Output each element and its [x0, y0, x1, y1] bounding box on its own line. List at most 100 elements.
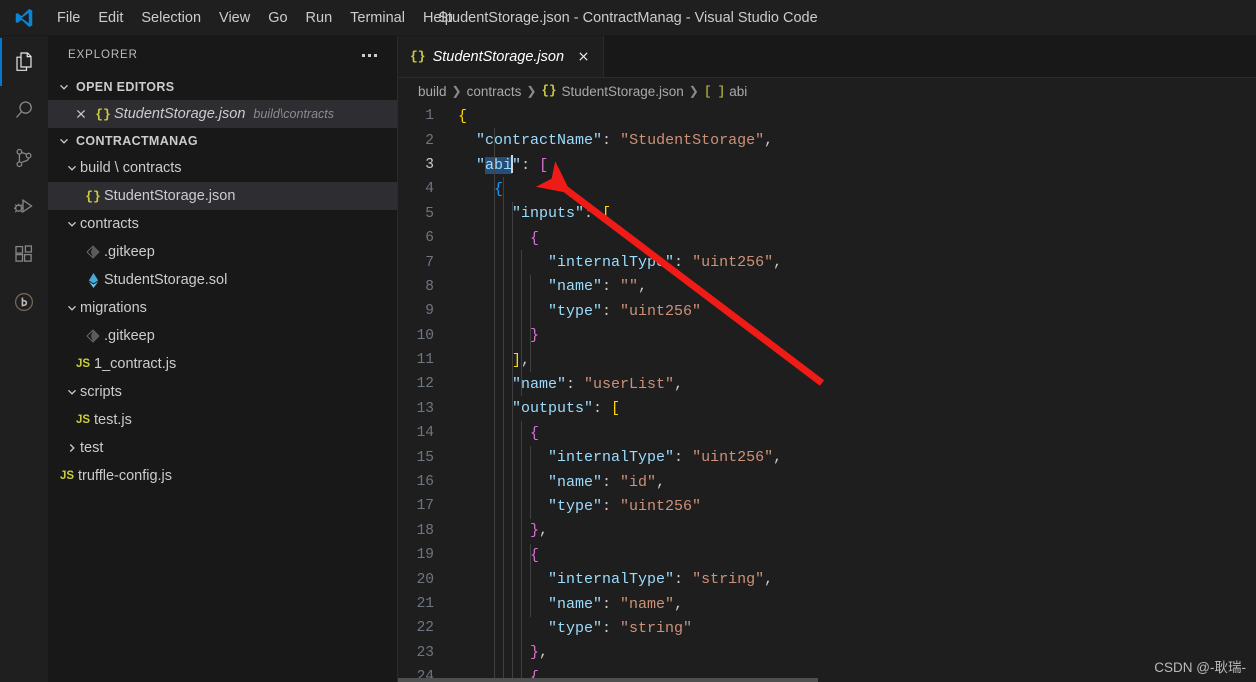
line-content: { — [530, 546, 540, 564]
line-content: { — [530, 229, 540, 247]
code-line: 4 { — [398, 177, 1256, 201]
json-file-icon: {} — [410, 49, 426, 64]
line-number: 16 — [416, 474, 434, 491]
code-line: 3 "abi": [ — [398, 153, 1256, 177]
code-line: 13 "outputs": [ — [398, 397, 1256, 421]
breadcrumb-item-contracts[interactable]: contracts — [467, 84, 522, 99]
code-line: 7 "internalType": "uint256", — [398, 250, 1256, 274]
json-file-icon: {} — [541, 84, 557, 98]
line-number: 22 — [416, 620, 434, 637]
line-number: 20 — [416, 571, 434, 588]
close-icon[interactable] — [70, 108, 92, 120]
tree-file-label: .gitkeep — [104, 328, 155, 344]
menu-terminal[interactable]: Terminal — [341, 5, 414, 31]
menu-file[interactable]: File — [48, 5, 89, 31]
code-scroll-container[interactable]: 1{ 2 "contractName": "StudentStorage", 3… — [398, 104, 1256, 682]
section-workspace-label: CONTRACTMANAG — [76, 134, 198, 148]
activity-explorer-files-icon[interactable] — [0, 38, 48, 86]
tree-folder-contracts[interactable]: contracts — [48, 210, 397, 238]
horizontal-scrollbar[interactable] — [398, 678, 1256, 682]
code-line: 18 }, — [398, 519, 1256, 543]
breadcrumb-item-file[interactable]: StudentStorage.json — [561, 84, 683, 99]
line-content: "outputs": [ — [512, 400, 621, 418]
tree-folder-label: migrations — [80, 300, 147, 316]
code-line: 6 { — [398, 226, 1256, 250]
editor-tab-bar: {} StudentStorage.json — [398, 36, 1256, 78]
menu-view[interactable]: View — [210, 5, 259, 31]
tree-file-studentstorage-json[interactable]: {} StudentStorage.json — [48, 182, 397, 210]
js-file-icon: JS — [75, 414, 91, 426]
line-content: "name": "", — [548, 278, 648, 296]
tree-folder-migrations[interactable]: migrations — [48, 294, 397, 322]
tree-file-1-contract-js[interactable]: JS 1_contract.js — [48, 350, 397, 378]
section-open-editors[interactable]: OPEN EDITORS — [48, 74, 397, 100]
chevron-down-icon — [64, 300, 80, 316]
open-editor-item[interactable]: {} StudentStorage.json build\contracts — [48, 100, 397, 128]
tree-file-test-js[interactable]: JS test.js — [48, 406, 397, 434]
horizontal-scrollbar-thumb[interactable] — [398, 678, 818, 682]
chevron-right-icon — [64, 440, 80, 456]
tree-file-label: test.js — [94, 412, 132, 428]
menu-selection[interactable]: Selection — [132, 5, 210, 31]
code-line: 8 "name": "", — [398, 275, 1256, 299]
line-content: "contractName": "StudentStorage", — [476, 132, 774, 150]
tab-studentstorage-json[interactable]: {} StudentStorage.json — [398, 36, 605, 77]
menu-go[interactable]: Go — [259, 5, 296, 31]
code-line: 15 "internalType": "uint256", — [398, 445, 1256, 469]
tree-file-label: StudentStorage.sol — [104, 272, 228, 288]
code-line: 11 ], — [398, 348, 1256, 372]
line-content: "type": "string" — [548, 619, 693, 637]
activity-search-icon[interactable] — [0, 86, 48, 134]
vscode-logo-icon — [0, 7, 48, 29]
tree-file-label: StudentStorage.json — [104, 188, 236, 204]
activity-source-control-icon[interactable] — [0, 134, 48, 182]
line-content: ], — [512, 351, 531, 369]
line-content: { — [494, 180, 504, 198]
breadcrumb-item-build[interactable]: build — [418, 84, 447, 99]
solidity-file-icon — [82, 272, 104, 288]
line-content: "name": "name", — [548, 595, 684, 613]
breadcrumb-item-abi[interactable]: abi — [729, 84, 747, 99]
line-number: 10 — [416, 327, 434, 344]
tree-folder-build-contracts[interactable]: build \ contracts — [48, 154, 397, 182]
line-number: 21 — [416, 596, 434, 612]
code-editor[interactable]: 1{ 2 "contractName": "StudentStorage", 3… — [398, 104, 1256, 682]
activity-testing-beaker-icon[interactable] — [0, 278, 48, 326]
line-number: 7 — [425, 254, 434, 271]
tree-folder-label: test — [80, 440, 104, 456]
tree-folder-test[interactable]: test — [48, 434, 397, 462]
explorer-sidebar: EXPLORER OPEN EDITORS {} StudentStorage.… — [48, 36, 398, 682]
section-workspace[interactable]: CONTRACTMANAG — [48, 128, 397, 154]
activity-extensions-icon[interactable] — [0, 230, 48, 278]
line-content: "internalType": "string", — [548, 571, 774, 589]
code-line: 16 "name": "id", — [398, 470, 1256, 494]
line-number: 3 — [425, 156, 434, 173]
chevron-down-icon — [56, 133, 72, 149]
tab-label: StudentStorage.json — [432, 48, 565, 65]
menu-edit[interactable]: Edit — [89, 5, 132, 31]
open-editor-path: build\contracts — [253, 107, 335, 121]
sidebar-title: EXPLORER — [68, 49, 138, 61]
code-line: 19 { — [398, 543, 1256, 567]
sidebar-header: EXPLORER — [48, 36, 397, 74]
menu-run[interactable]: Run — [297, 5, 342, 31]
vscode-window: File Edit Selection View Go Run Terminal… — [0, 0, 1256, 682]
chevron-right-icon: ❯ — [526, 84, 537, 98]
title-bar: File Edit Selection View Go Run Terminal… — [0, 0, 1256, 36]
line-number: 11 — [416, 352, 434, 369]
activity-run-and-debug-icon[interactable] — [0, 182, 48, 230]
activity-bar — [0, 36, 48, 682]
line-content: { — [458, 107, 468, 125]
line-content: "name": "id", — [548, 473, 666, 491]
tree-file-truffle-config-js[interactable]: JS truffle-config.js — [48, 462, 397, 490]
tree-file-gitkeep-contracts[interactable]: .gitkeep — [48, 238, 397, 266]
tree-file-gitkeep-migrations[interactable]: .gitkeep — [48, 322, 397, 350]
tree-file-studentstorage-sol[interactable]: StudentStorage.sol — [48, 266, 397, 294]
line-number: 2 — [425, 132, 434, 149]
code-line: 20 "internalType": "string", — [398, 567, 1256, 591]
code-line: 23 }, — [398, 641, 1256, 665]
close-icon[interactable] — [573, 47, 593, 67]
tree-folder-scripts[interactable]: scripts — [48, 378, 397, 406]
ellipsis-icon[interactable] — [350, 48, 389, 63]
menu-help[interactable]: Help — [414, 5, 462, 31]
